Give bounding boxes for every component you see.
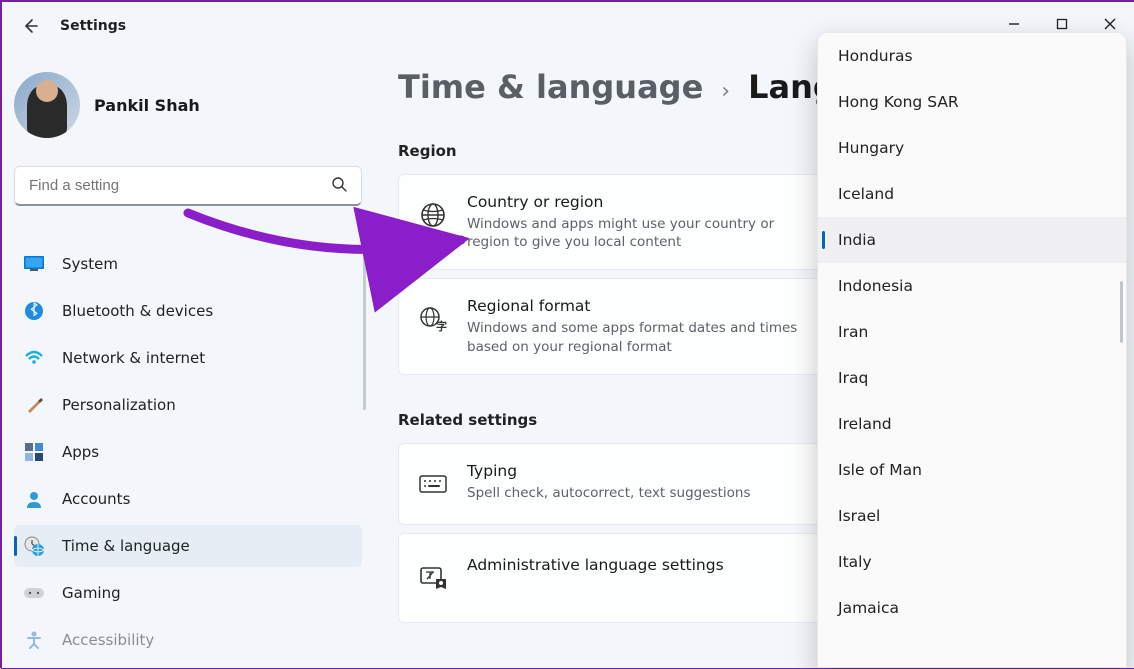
keyboard-icon — [419, 462, 447, 506]
dropdown-scrollbar[interactable] — [1120, 281, 1123, 343]
avatar — [14, 72, 80, 138]
gamepad-icon — [24, 583, 44, 603]
sidebar-item-label: Accounts — [62, 490, 130, 508]
sidebar-item-accessibility[interactable]: Accessibility — [14, 619, 362, 661]
app-title: Settings — [60, 18, 126, 34]
sidebar-item-accounts[interactable]: Accounts — [14, 478, 362, 520]
dropdown-option[interactable]: Israel — [818, 493, 1126, 539]
card-desc: Windows and apps might use your country … — [467, 215, 807, 251]
dropdown-option[interactable]: Honduras — [818, 33, 1126, 79]
accessibility-icon — [24, 630, 44, 650]
card-title: Regional format — [467, 297, 807, 315]
dropdown-option[interactable]: Italy — [818, 539, 1126, 585]
sidebar-nav: System Bluetooth & devices Network & int… — [14, 238, 362, 666]
sidebar-item-label: Network & internet — [62, 349, 205, 367]
sidebar-item-label: System — [62, 255, 118, 273]
sidebar-item-label: Gaming — [62, 584, 121, 602]
dropdown-option[interactable]: Isle of Man — [818, 447, 1126, 493]
bluetooth-icon — [24, 301, 44, 321]
card-desc: Windows and some apps format dates and t… — [467, 319, 807, 355]
sidebar-scrollbar[interactable] — [363, 238, 366, 410]
search-field[interactable] — [29, 177, 331, 194]
back-button[interactable] — [20, 16, 40, 36]
person-icon — [24, 489, 44, 509]
dropdown-option[interactable]: India — [818, 217, 1126, 263]
dropdown-option[interactable]: Hong Kong SAR — [818, 79, 1126, 125]
sidebar-item-personalization[interactable]: Personalization — [14, 384, 362, 426]
sidebar-item-label: Personalization — [62, 396, 176, 414]
sidebar-item-system[interactable]: System — [14, 243, 362, 285]
user-name: Pankil Shah — [94, 96, 200, 115]
dropdown-option[interactable]: Hungary — [818, 125, 1126, 171]
language-globe-icon: 字 — [419, 297, 447, 341]
breadcrumb-parent[interactable]: Time & language — [398, 68, 703, 106]
grid-icon — [24, 442, 44, 462]
chevron-right-icon: › — [721, 79, 730, 104]
card-title: Country or region — [467, 193, 807, 211]
sidebar-item-apps[interactable]: Apps — [14, 431, 362, 473]
sidebar-item-time-language[interactable]: Time & language — [14, 525, 362, 567]
search-icon — [331, 176, 347, 196]
clock-globe-icon — [24, 536, 44, 556]
dropdown-option[interactable]: Iran — [818, 309, 1126, 355]
sidebar-item-label: Bluetooth & devices — [62, 302, 213, 320]
search-input[interactable] — [14, 166, 362, 206]
card-desc: Spell check, autocorrect, text suggestio… — [467, 484, 750, 502]
dropdown-option[interactable]: Ireland — [818, 401, 1126, 447]
card-title: Administrative language settings — [467, 556, 724, 574]
sidebar-item-label: Time & language — [62, 537, 190, 555]
card-title: Typing — [467, 462, 750, 480]
sidebar-item-network[interactable]: Network & internet — [14, 337, 362, 379]
user-profile[interactable]: Pankil Shah — [14, 72, 362, 138]
dropdown-option[interactable]: Iceland — [818, 171, 1126, 217]
sidebar-item-bluetooth[interactable]: Bluetooth & devices — [14, 290, 362, 332]
admin-language-icon — [419, 556, 447, 600]
country-dropdown[interactable]: HondurasHong Kong SARHungaryIcelandIndia… — [817, 32, 1127, 668]
monitor-icon — [24, 254, 44, 274]
brush-icon — [24, 395, 44, 415]
globe-icon — [419, 193, 447, 237]
sidebar-item-label: Apps — [62, 443, 99, 461]
sidebar-item-label: Accessibility — [62, 631, 154, 649]
wifi-icon — [24, 348, 44, 368]
dropdown-option[interactable]: Jamaica — [818, 585, 1126, 631]
dropdown-option[interactable]: Iraq — [818, 355, 1126, 401]
dropdown-option[interactable]: Indonesia — [818, 263, 1126, 309]
svg-text:字: 字 — [436, 319, 447, 332]
sidebar-item-gaming[interactable]: Gaming — [14, 572, 362, 614]
